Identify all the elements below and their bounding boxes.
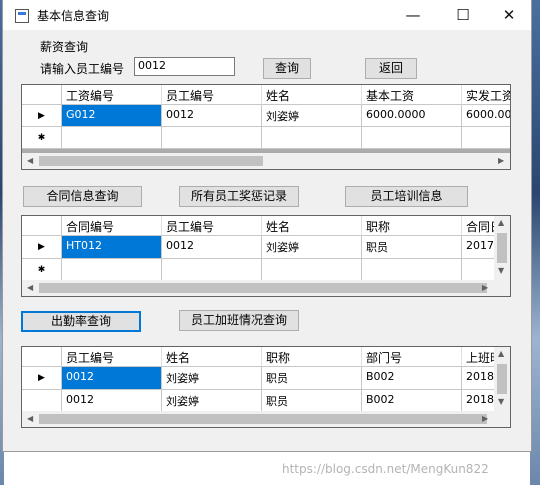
scroll-up-arrow[interactable]: ▲ [498, 218, 504, 227]
column-header[interactable]: 工资编号 [62, 85, 162, 105]
overtime-query-button[interactable]: 员工加班情况查询 [179, 310, 299, 331]
column-header[interactable]: 实发工资 [462, 85, 510, 105]
column-header[interactable]: 职称 [362, 216, 462, 236]
column-header[interactable]: 姓名 [162, 347, 262, 367]
app-icon [15, 9, 29, 23]
new-row-cell[interactable] [62, 259, 162, 282]
query-button[interactable]: 查询 [263, 58, 311, 79]
scroll-left-arrow[interactable]: ◀ [27, 283, 33, 292]
row-header[interactable]: ▶ [22, 236, 62, 259]
column-header[interactable]: 基本工资 [362, 85, 462, 105]
vertical-scrollbar[interactable]: ▲ ▼ [494, 347, 510, 411]
table-cell[interactable]: 刘姿婷 [262, 236, 362, 259]
horizontal-scroll-thumb[interactable] [39, 283, 487, 293]
new-row-cell[interactable] [262, 127, 362, 149]
column-header[interactable]: 姓名 [262, 216, 362, 236]
row-header[interactable] [22, 390, 62, 413]
table-cell[interactable]: 6000.0000 [362, 105, 462, 127]
scroll-left-arrow[interactable]: ◀ [27, 156, 33, 165]
table-cell[interactable]: 职员 [262, 367, 362, 390]
table-cell[interactable]: B002 [362, 367, 462, 390]
title-bar[interactable]: 基本信息查询 — ☐ ✕ [3, 0, 531, 30]
vertical-scroll-thumb[interactable] [497, 364, 507, 394]
contract-info-query-button[interactable]: 合同信息查询 [23, 186, 142, 207]
maximize-button[interactable]: ☐ [441, 0, 485, 30]
attendance-rate-query-button[interactable]: 出勤率查询 [21, 311, 141, 332]
column-header[interactable]: 员工编号 [162, 85, 262, 105]
table-cell[interactable]: 0012 [162, 105, 262, 127]
window-title: 基本信息查询 [37, 9, 110, 23]
new-row-header[interactable]: ✱ [22, 259, 62, 282]
new-row-cell[interactable] [462, 127, 510, 149]
salary-data-grid[interactable]: 工资编号 员工编号 姓名 基本工资 实发工资 ▶ G012 0012 刘姿婷 6000.0000 6… [21, 84, 511, 170]
horizontal-scroll-thumb[interactable] [39, 414, 487, 424]
column-header[interactable]: 合同编号 [62, 216, 162, 236]
employee-id-label: 请输入员工编号 [40, 62, 125, 76]
table-cell[interactable]: HT012 [62, 236, 162, 259]
new-row-cell[interactable] [362, 127, 462, 149]
table-cell[interactable]: 刘姿婷 [162, 367, 262, 390]
horizontal-scrollbar[interactable]: ◀ ▶ [22, 153, 510, 169]
column-header[interactable]: 部门号 [362, 347, 462, 367]
row-header[interactable]: ▶ [22, 105, 62, 127]
scroll-left-arrow[interactable]: ◀ [27, 414, 33, 423]
table-cell[interactable]: 职员 [362, 236, 462, 259]
main-window: 基本信息查询 — ☐ ✕ 薪资查询 请输入员工编号 0012 查询 返回 工资编… [2, 0, 532, 452]
scroll-up-arrow[interactable]: ▲ [498, 349, 504, 358]
table-cell[interactable]: 刘姿婷 [162, 390, 262, 413]
new-row-cell[interactable] [162, 127, 262, 149]
table-cell[interactable]: G012 [62, 105, 162, 127]
scroll-corner [494, 280, 510, 296]
column-header[interactable]: 姓名 [262, 85, 362, 105]
table-cell[interactable]: 0012 [62, 390, 162, 413]
column-header[interactable]: 职称 [262, 347, 362, 367]
scroll-down-arrow[interactable]: ▼ [498, 266, 504, 275]
close-button[interactable]: ✕ [487, 0, 531, 30]
employee-id-input[interactable]: 0012 [134, 57, 235, 76]
watermark-text: https://blog.csdn.net/MengKun822 [282, 462, 489, 476]
new-row-cell[interactable] [262, 259, 362, 282]
header-corner [22, 85, 62, 105]
table-cell[interactable]: 刘姿婷 [262, 105, 362, 127]
horizontal-scroll-thumb[interactable] [39, 156, 263, 166]
back-button[interactable]: 返回 [365, 58, 417, 79]
table-cell[interactable]: 6000.0000 [462, 105, 510, 127]
table-cell[interactable]: 0012 [62, 367, 162, 390]
header-corner [22, 347, 62, 367]
vertical-scroll-thumb[interactable] [497, 233, 507, 263]
all-rewards-records-button[interactable]: 所有员工奖惩记录 [179, 186, 299, 207]
scroll-down-arrow[interactable]: ▼ [498, 397, 504, 406]
table-cell[interactable]: B002 [362, 390, 462, 413]
horizontal-scrollbar[interactable]: ◀ ▶ [22, 280, 494, 296]
header-corner [22, 216, 62, 236]
column-header[interactable]: 员工编号 [162, 216, 262, 236]
minimize-button[interactable]: — [391, 0, 435, 30]
attendance-data-grid[interactable]: 员工编号 姓名 职称 部门号 上班时间 ▶ 0012 刘姿婷 职员 B002 2018/0012 刘姿… [21, 346, 511, 428]
table-cell[interactable]: 0012 [162, 236, 262, 259]
new-row-cell[interactable] [362, 259, 462, 282]
table-cell[interactable]: 职员 [262, 390, 362, 413]
scroll-right-arrow[interactable]: ▶ [482, 414, 488, 423]
scroll-right-arrow[interactable]: ▶ [498, 156, 504, 165]
new-row-header[interactable]: ✱ [22, 127, 62, 149]
new-row-cell[interactable] [162, 259, 262, 282]
employee-training-info-button[interactable]: 员工培训信息 [345, 186, 468, 207]
vertical-scrollbar[interactable]: ▲ ▼ [494, 216, 510, 280]
contract-data-grid[interactable]: 合同编号 员工编号 姓名 职称 合同日期 ▶ HT012 0012 刘姿婷 职员 2017/✱ ▲ ▼ ◀… [21, 215, 511, 297]
row-header[interactable]: ▶ [22, 367, 62, 390]
scroll-right-arrow[interactable]: ▶ [482, 283, 488, 292]
column-header[interactable]: 员工编号 [62, 347, 162, 367]
scroll-corner [494, 411, 510, 427]
horizontal-scrollbar[interactable]: ◀ ▶ [22, 411, 494, 427]
salary-query-section-label: 薪资查询 [40, 40, 89, 54]
new-row-cell[interactable] [62, 127, 162, 149]
